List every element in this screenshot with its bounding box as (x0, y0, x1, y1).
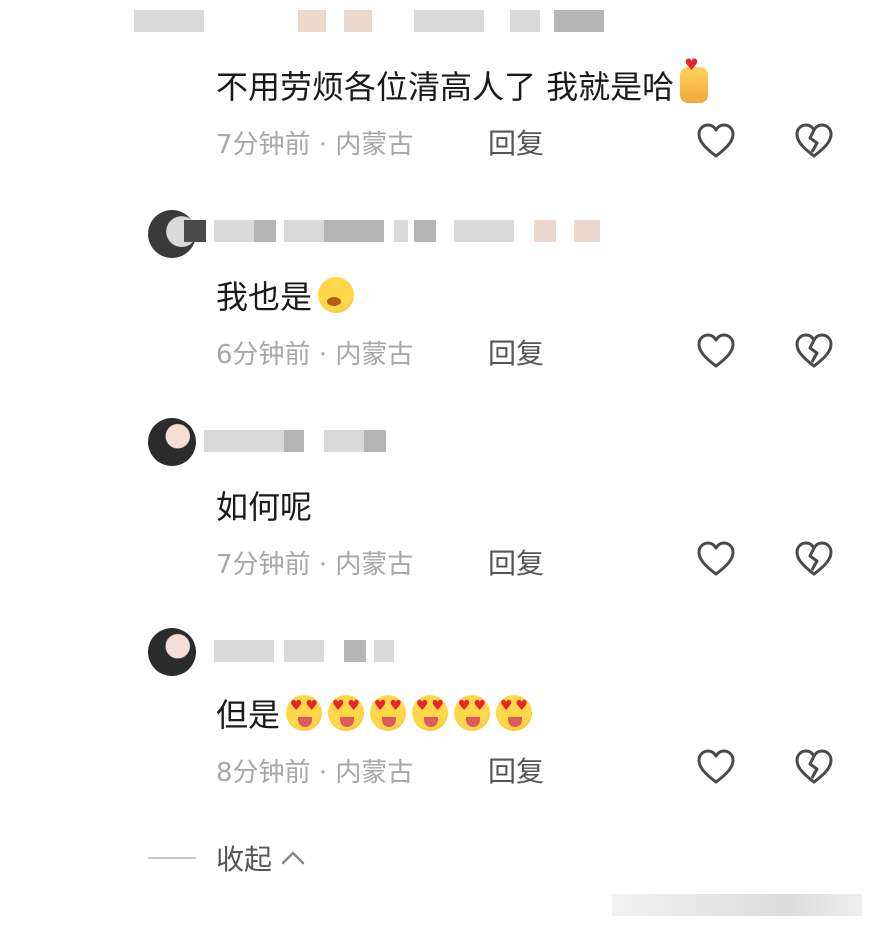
blurred-username[interactable] (204, 426, 414, 456)
heart-eyes-tongue-emoji (412, 695, 449, 731)
blurred-username[interactable] (184, 216, 614, 246)
divider (148, 857, 196, 859)
heart-outline-icon[interactable] (696, 748, 736, 786)
heart-eyes-tongue-emoji (328, 695, 365, 731)
comment-meta: 8分钟前 · 内蒙古 (216, 758, 414, 788)
comment-text: 但是 (216, 690, 533, 736)
reply-button[interactable]: 回复 (488, 750, 544, 790)
comment-text-content: 如何呢 (216, 488, 313, 526)
reply-button[interactable]: 回复 (488, 332, 544, 372)
comment-meta: 6分钟前 · 内蒙古 (216, 340, 414, 370)
collapse-replies-button[interactable]: 收起 (148, 838, 306, 878)
heart-eyes-tongue-emoji (496, 695, 533, 731)
heart-eyes-tongue-emoji (286, 695, 323, 731)
comment-text-content: 我也是 (216, 278, 313, 316)
comment-meta: 7分钟前 · 内蒙古 (216, 550, 414, 580)
comment-text: 如何呢 (216, 482, 312, 528)
comment-text: 我也是 (216, 272, 355, 318)
broken-heart-outline-icon[interactable] (794, 540, 834, 578)
comment-text-content: 不用劳烦各位清高人了 我就是哈 (216, 68, 675, 106)
broken-heart-outline-icon[interactable] (794, 122, 834, 160)
broken-heart-outline-icon[interactable] (794, 748, 834, 786)
avatar[interactable] (148, 628, 196, 676)
blurred-username[interactable] (214, 636, 414, 666)
heart-eyes-tongue-emoji (454, 695, 491, 731)
pinched-heart-hand-emoji (680, 55, 709, 103)
heart-eyes-tongue-emoji (370, 695, 407, 731)
broken-heart-outline-icon[interactable] (794, 332, 834, 370)
heart-outline-icon[interactable] (696, 332, 736, 370)
comment-meta: 7分钟前 · 内蒙古 (216, 130, 414, 160)
reply-button[interactable]: 回复 (488, 542, 544, 582)
comment-text-content: 但是 (216, 696, 281, 734)
blurred-username[interactable] (134, 6, 614, 36)
collapse-label: 收起 (216, 843, 273, 876)
chevron-up-icon (281, 851, 305, 865)
avatar[interactable] (148, 418, 196, 466)
sleepy-face-emoji (318, 277, 355, 313)
comment-text: 不用劳烦各位清高人了 我就是哈 (216, 55, 709, 108)
watermark (612, 894, 862, 916)
heart-outline-icon[interactable] (696, 540, 736, 578)
reply-button[interactable]: 回复 (488, 122, 544, 162)
heart-outline-icon[interactable] (696, 122, 736, 160)
